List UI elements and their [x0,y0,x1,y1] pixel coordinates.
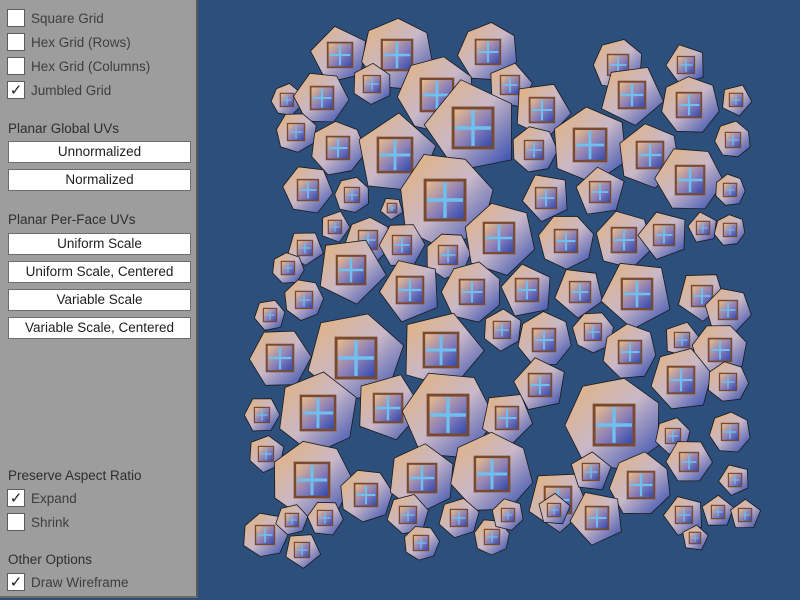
shrink-option[interactable]: Shrink [7,512,69,532]
hex-grid-columns-option[interactable]: Hex Grid (Columns) [7,56,150,76]
square-grid-checkbox[interactable] [7,9,25,27]
uniform-scale-button[interactable]: Uniform Scale [8,233,191,255]
other-options-heading: Other Options [8,552,93,567]
options-panel: Square Grid Hex Grid (Rows) Hex Grid (Co… [0,0,198,598]
hex-grid-rows-option[interactable]: Hex Grid (Rows) [7,32,131,52]
shrink-checkbox[interactable] [7,513,25,531]
expand-label: Expand [31,490,77,506]
planar-per-face-uvs-heading: Planar Per-Face UVs [8,212,136,227]
expand-option[interactable]: ✓ Expand [7,488,77,508]
jumbled-grid-label: Jumbled Grid [31,82,112,98]
normalized-button[interactable]: Normalized [8,169,191,191]
square-grid-label: Square Grid [31,10,104,26]
planar-global-uvs-heading: Planar Global UVs [8,121,120,136]
draw-wireframe-option[interactable]: ✓ Draw Wireframe [7,572,129,592]
mesh-cells [243,17,762,569]
hex-grid-columns-checkbox[interactable] [7,57,25,75]
jumbled-grid-option[interactable]: ✓ Jumbled Grid [7,80,111,100]
uniform-scale-centered-button[interactable]: Uniform Scale, Centered [8,261,191,283]
draw-wireframe-checkbox[interactable]: ✓ [7,573,25,591]
unnormalized-button[interactable]: Unnormalized [8,141,191,163]
variable-scale-button[interactable]: Variable Scale [8,289,191,311]
square-grid-option[interactable]: Square Grid [7,8,104,28]
variable-scale-centered-button[interactable]: Variable Scale, Centered [8,317,191,339]
hex-grid-columns-label: Hex Grid (Columns) [31,58,151,74]
jumbled-grid-checkbox[interactable]: ✓ [7,81,25,99]
expand-checkbox[interactable]: ✓ [7,489,25,507]
draw-wireframe-label: Draw Wireframe [31,574,129,590]
jumbled-grid-mesh [243,17,762,569]
3d-viewport[interactable] [200,0,800,600]
hex-grid-rows-checkbox[interactable] [7,33,25,51]
preserve-aspect-ratio-heading: Preserve Aspect Ratio [8,468,142,483]
hex-grid-rows-label: Hex Grid (Rows) [31,34,131,50]
shrink-label: Shrink [31,514,70,530]
